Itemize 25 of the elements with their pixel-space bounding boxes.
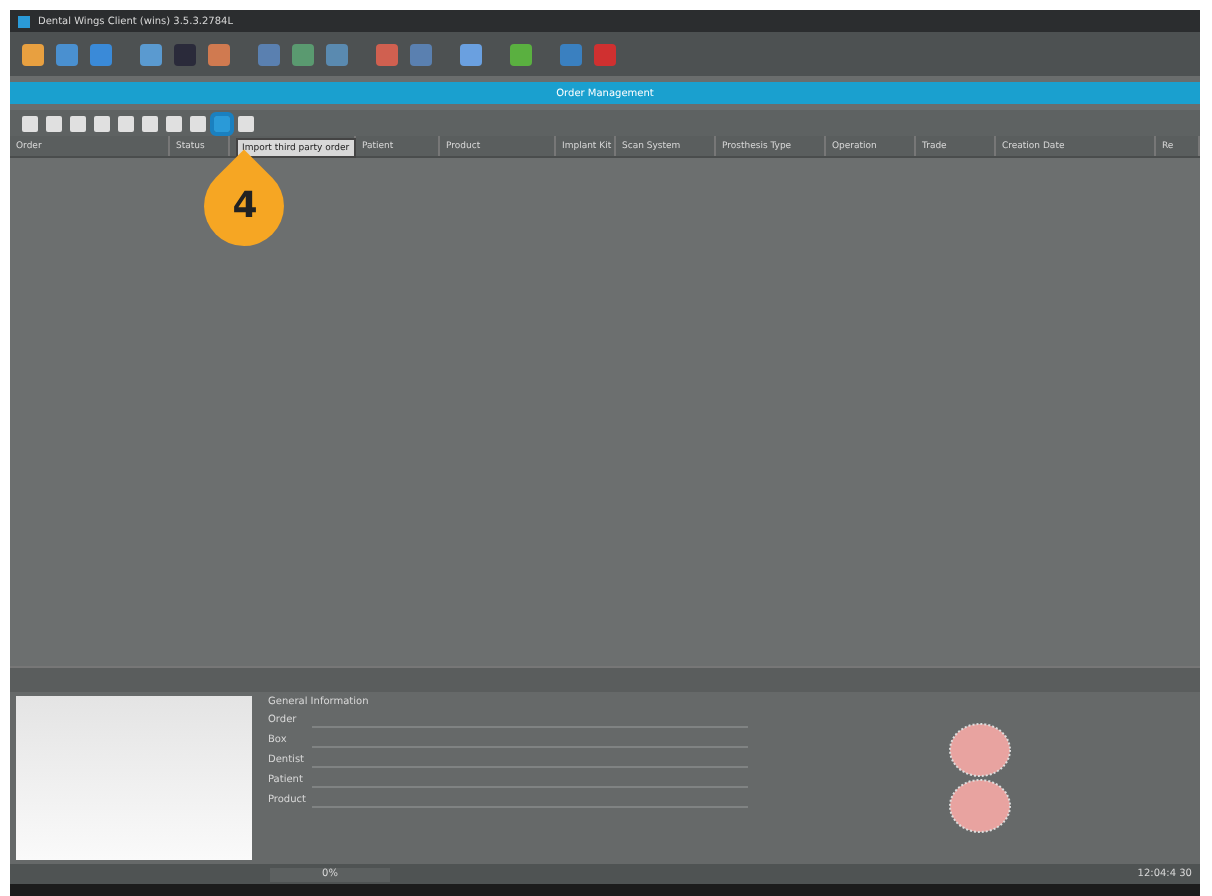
toolbar-icon[interactable] xyxy=(90,43,112,65)
toolbar-icon[interactable] xyxy=(46,115,62,131)
toolbar-icon[interactable] xyxy=(326,43,348,65)
toolbar-icon[interactable] xyxy=(166,115,182,131)
app-icon xyxy=(18,15,30,27)
toolbar-icon[interactable] xyxy=(94,115,110,131)
toolbar-icon[interactable] xyxy=(190,115,206,131)
toolbar-icon[interactable] xyxy=(560,43,582,65)
toolbar-icon[interactable] xyxy=(510,43,532,65)
toolbar-icon[interactable] xyxy=(410,43,432,65)
toolbar-icon[interactable] xyxy=(208,43,230,65)
toolbar-icon[interactable] xyxy=(22,115,38,131)
toolbar-icon[interactable] xyxy=(118,115,134,131)
toolbar-icon[interactable] xyxy=(258,43,280,65)
jaw-model-drawing xyxy=(945,722,1013,834)
toolbar-icon[interactable] xyxy=(460,43,482,65)
toolbar-icon[interactable] xyxy=(70,115,86,131)
toolbar-icon[interactable] xyxy=(22,43,44,65)
splitter-bar[interactable] xyxy=(10,666,1200,692)
toolbar-icon[interactable] xyxy=(238,115,254,131)
toolbar-icon[interactable] xyxy=(142,115,158,131)
toolbar-icon[interactable] xyxy=(140,43,162,65)
toolbar-icon[interactable] xyxy=(56,43,78,65)
toolbar-icon[interactable] xyxy=(292,43,314,65)
toolbar-icon[interactable] xyxy=(376,43,398,65)
